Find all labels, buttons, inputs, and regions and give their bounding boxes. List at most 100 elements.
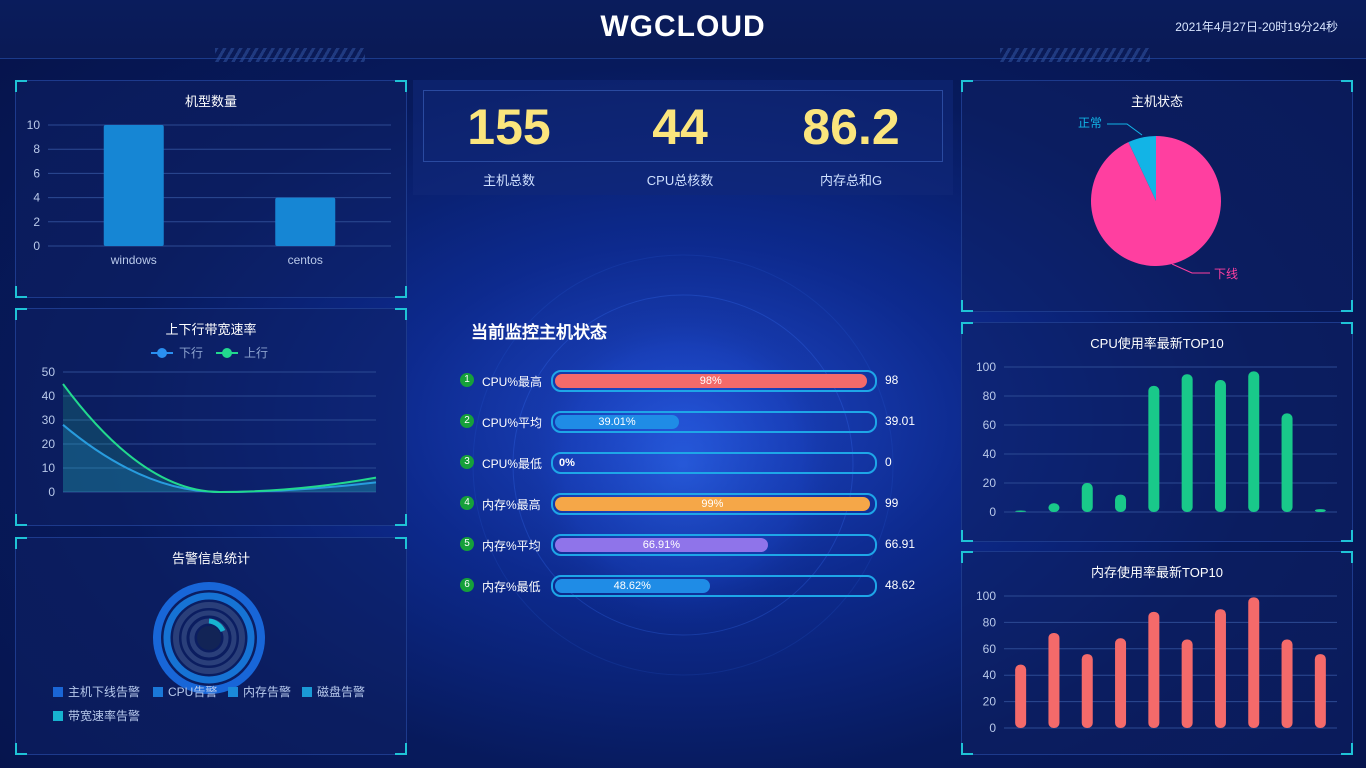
y-tick-label: 10 xyxy=(42,461,56,475)
y-tick-label: 4 xyxy=(33,191,40,205)
y-tick-label: 0 xyxy=(989,505,996,519)
status-row-value: 48.62 xyxy=(885,578,916,592)
bar xyxy=(275,197,336,246)
kpi-memory-total-value: 86.2 xyxy=(802,99,900,155)
mem-top10-panel: 内存使用率最新TOP10 0 20 40 60 80 100 xyxy=(961,551,1353,755)
legend-swatch xyxy=(302,687,312,697)
alarm-legend-item[interactable]: 内存告警 xyxy=(228,683,291,700)
legend-marker xyxy=(222,348,232,358)
current-datetime: 2021年4月27日-20时19分24秒 xyxy=(1175,20,1338,34)
legend-swatch xyxy=(53,687,63,697)
model-count-chart: 0 2 4 6 8 10 windows centos xyxy=(27,118,391,267)
status-row-index: 3 xyxy=(460,455,474,469)
alarm-legend-item[interactable]: 主机下线告警 xyxy=(53,683,140,700)
bar xyxy=(1181,639,1193,728)
bar xyxy=(1214,609,1226,728)
pie-label: 下线 xyxy=(1214,267,1238,281)
status-row-index: 4 xyxy=(460,496,474,510)
alarm-legend-item[interactable]: 带宽速率告警 xyxy=(53,707,140,724)
bar xyxy=(1081,483,1093,512)
bar xyxy=(1048,632,1060,728)
pie-slice xyxy=(1091,136,1221,266)
status-row-value: 98 xyxy=(885,373,899,387)
y-tick-label: 100 xyxy=(976,360,996,374)
alarm-legend-label: 主机下线告警 xyxy=(68,685,141,699)
bar xyxy=(1314,654,1326,728)
y-tick-label: 80 xyxy=(983,615,997,629)
y-tick-label: 10 xyxy=(27,118,41,132)
bar xyxy=(1115,494,1127,512)
kpi-host-total-value: 155 xyxy=(467,99,551,155)
page-title: WGCLOUD xyxy=(600,10,766,43)
status-row-label: 内存%最高 xyxy=(482,498,541,512)
monitor-status-title: 当前监控主机状态 xyxy=(471,323,607,342)
legend-swatch xyxy=(153,687,163,697)
alarm-legend-label: 带宽速率告警 xyxy=(68,709,141,723)
y-tick-label: 20 xyxy=(983,695,997,709)
progress-track: 66.91% xyxy=(551,534,877,556)
y-tick-label: 40 xyxy=(42,389,56,403)
bar xyxy=(1214,380,1226,512)
pie-leader-line xyxy=(1107,123,1143,136)
y-tick-label: 80 xyxy=(983,389,997,403)
bar xyxy=(1148,385,1160,512)
kpi-summary: 155 主机总数 44 CPU总核数 86.2 内存总和G xyxy=(413,80,953,195)
bar xyxy=(1248,371,1260,512)
progress-track: 39.01% xyxy=(551,411,877,433)
legend-label: 下行 xyxy=(179,346,203,360)
bar xyxy=(1281,639,1293,728)
header-bar: WGCLOUD 2021年4月27日-20时19分24秒 xyxy=(0,0,1366,62)
status-row: 1 CPU%最高 98% 98 xyxy=(460,370,930,392)
status-row: 4 内存%最高 99% 99 xyxy=(460,493,930,515)
host-status-pie: 正常下线 xyxy=(1078,116,1238,281)
bandwidth-chart: 0 10 20 30 40 50 下行 上行 xyxy=(42,346,377,499)
progress-fill: 39.01% xyxy=(555,415,680,429)
cpu-top10-chart: 0 20 40 60 80 100 xyxy=(976,360,1337,519)
status-row-value: 99 xyxy=(885,496,899,510)
alarm-center xyxy=(197,626,221,650)
status-row-label: 内存%最低 xyxy=(482,580,541,594)
progress-fill: 99% xyxy=(555,497,870,511)
bar xyxy=(1314,509,1326,512)
y-tick-label: 40 xyxy=(983,447,997,461)
y-tick-label: 0 xyxy=(33,239,40,253)
bar xyxy=(1181,374,1193,512)
bar xyxy=(1015,510,1027,512)
progress-track: 99% xyxy=(551,493,877,515)
status-row-label: CPU%平均 xyxy=(482,416,543,430)
status-row: 5 内存%平均 66.91% 66.91 xyxy=(460,534,930,556)
cpu-top10-panel: CPU使用率最新TOP10 0 20 40 60 80 100 xyxy=(961,322,1353,542)
header-decoration-right xyxy=(1000,48,1150,62)
legend-swatch xyxy=(228,687,238,697)
status-row-index: 2 xyxy=(460,414,474,428)
bar xyxy=(1115,638,1127,728)
status-row-index: 5 xyxy=(460,537,474,551)
header-decoration-left xyxy=(215,48,365,62)
status-row-value: 66.91 xyxy=(885,537,916,551)
kpi-memory-total-label: 内存总和G xyxy=(819,173,883,188)
progress-fill: 48.62% xyxy=(555,579,710,593)
y-tick-label: 40 xyxy=(983,668,997,682)
alarm-legend-item[interactable]: 磁盘告警 xyxy=(302,683,365,700)
mem-top10-chart: 0 20 40 60 80 100 xyxy=(976,589,1337,735)
status-row-label: CPU%最高 xyxy=(482,375,543,389)
progress-track: 98% xyxy=(551,370,877,392)
progress-fill: 66.91% xyxy=(555,538,768,552)
status-row-value: 0 xyxy=(885,455,892,469)
alarm-legend-label: CPU告警 xyxy=(168,685,218,699)
kpi-host-total-label: 主机总数 xyxy=(482,173,535,188)
alarm-legend-item[interactable]: CPU告警 xyxy=(153,683,217,700)
status-row-value: 39.01 xyxy=(885,414,916,428)
bar xyxy=(1081,654,1093,728)
pie-leader-line xyxy=(1171,263,1210,274)
y-tick-label: 6 xyxy=(33,166,40,180)
kpi-cpu-cores-value: 44 xyxy=(652,99,708,155)
y-tick-label: 2 xyxy=(33,215,40,229)
y-tick-label: 8 xyxy=(33,142,40,156)
y-tick-label: 100 xyxy=(976,589,996,603)
x-tick-label: centos xyxy=(288,253,323,267)
legend-marker xyxy=(157,348,167,358)
status-row: 6 内存%最低 48.62% 48.62 xyxy=(460,575,930,597)
host-status-panel: 主机状态 正常 下线 xyxy=(961,80,1353,312)
progress-fill: 98% xyxy=(555,374,867,388)
